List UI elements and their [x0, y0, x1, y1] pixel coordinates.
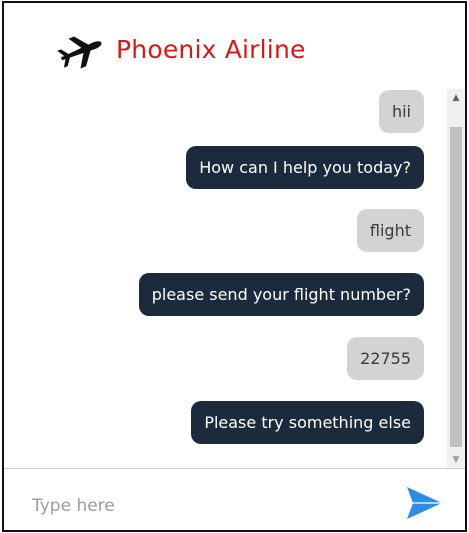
user-message: 22755	[347, 337, 424, 380]
message-scrollbar[interactable]: ▲ ▼	[447, 89, 465, 468]
scroll-thumb[interactable]	[450, 127, 462, 447]
message-input[interactable]	[32, 489, 392, 523]
message-list: hii How can I help you today? flight ple…	[4, 83, 446, 468]
bot-message: Please try something else	[191, 401, 424, 444]
scroll-down-arrow-icon[interactable]: ▼	[447, 451, 465, 468]
send-icon[interactable]	[404, 485, 444, 521]
composer	[4, 469, 465, 530]
chat-window: Phoenix Airline hii How can I help you t…	[2, 1, 467, 532]
scroll-up-arrow-icon[interactable]: ▲	[447, 89, 465, 106]
user-message: flight	[356, 209, 424, 252]
chat-header: Phoenix Airline	[4, 3, 465, 83]
airplane-icon	[56, 33, 106, 69]
app-title: Phoenix Airline	[116, 35, 306, 64]
bot-message: How can I help you today?	[186, 146, 424, 189]
bot-message: please send your flight number?	[138, 273, 424, 316]
user-message: hii	[378, 90, 424, 133]
